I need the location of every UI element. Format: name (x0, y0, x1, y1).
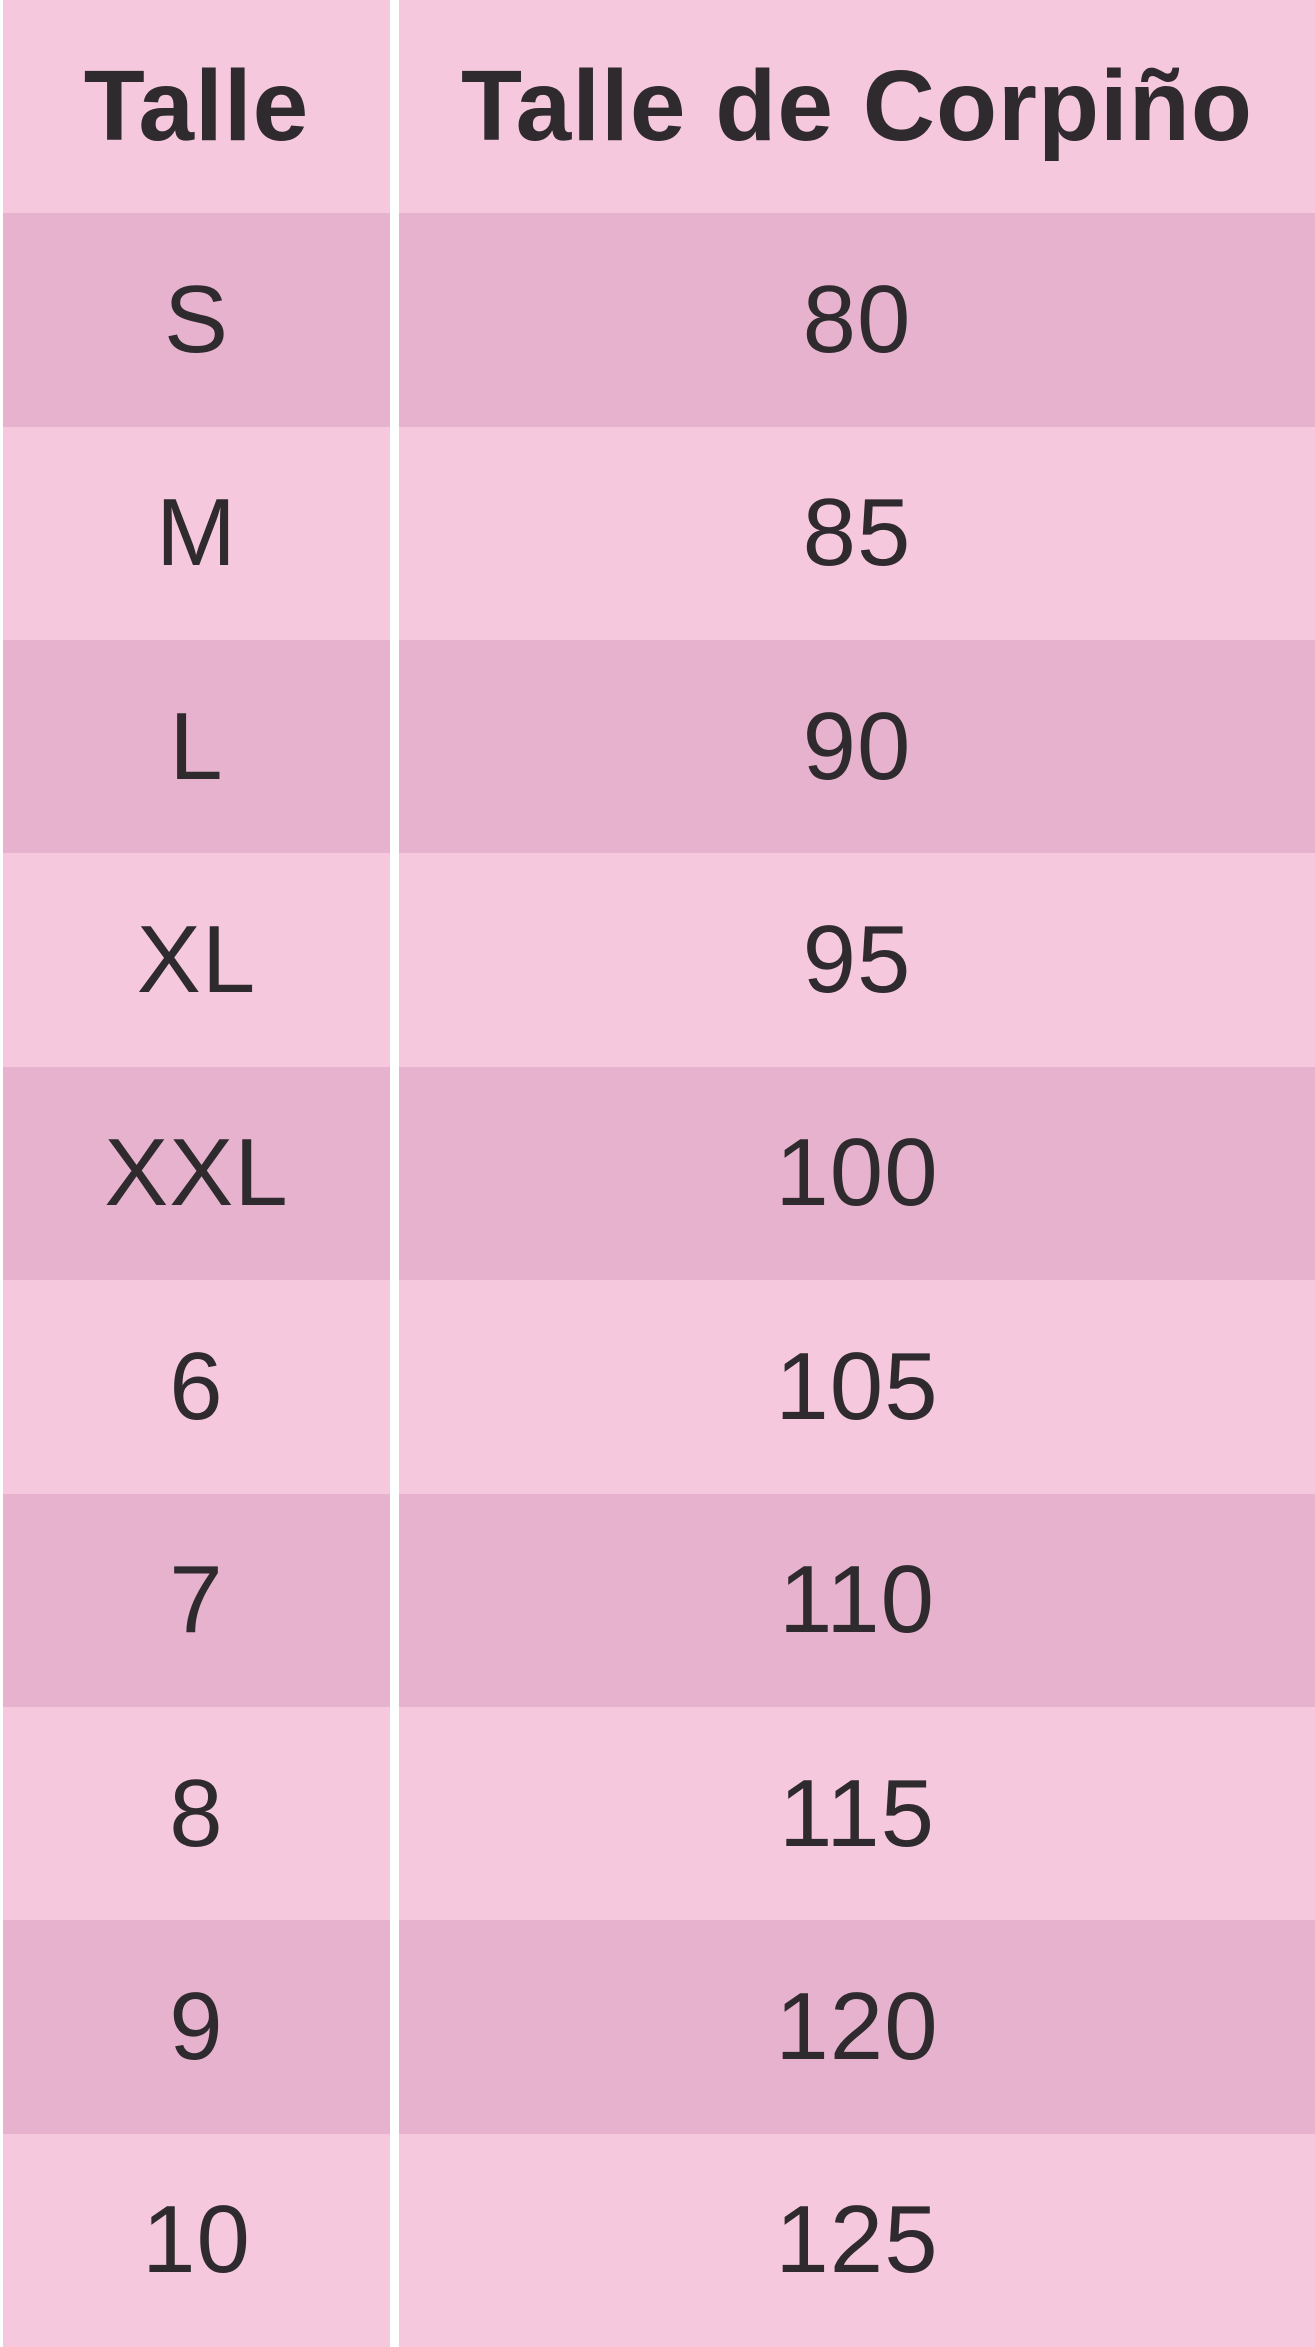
size-cell: L (3, 640, 390, 854)
table-row: 7 110 (0, 1493, 1315, 1707)
column-divider (390, 1706, 399, 1921)
header-bust-size: Talle de Corpiño (399, 0, 1315, 214)
size-cell: XL (3, 853, 390, 1067)
column-divider (390, 1920, 399, 2134)
bust-cell: 115 (399, 1706, 1315, 1921)
bust-cell: 125 (399, 2133, 1315, 2347)
table-row: L 90 (0, 640, 1315, 854)
column-divider (390, 2133, 399, 2347)
table-row: S 80 (0, 213, 1315, 427)
table-row: XXL 100 (0, 1066, 1315, 1281)
size-chart-table: Talle Talle de Corpiño S 80 M 85 L 90 XL… (0, 0, 1315, 2347)
table-row: 10 125 (0, 2133, 1315, 2347)
column-divider (390, 426, 399, 641)
table-header-row: Talle Talle de Corpiño (0, 0, 1315, 214)
size-cell: 10 (3, 2133, 390, 2347)
column-divider (390, 1493, 399, 1707)
size-cell: M (3, 426, 390, 641)
size-cell: 9 (3, 1920, 390, 2134)
bust-cell: 85 (399, 426, 1315, 641)
column-divider (390, 0, 399, 214)
column-divider (390, 640, 399, 854)
bust-cell: 100 (399, 1066, 1315, 1281)
table-row: 6 105 (0, 1280, 1315, 1494)
bust-cell: 90 (399, 640, 1315, 854)
table-row: M 85 (0, 426, 1315, 641)
column-divider (390, 1066, 399, 1281)
column-divider (390, 213, 399, 427)
column-divider (390, 1280, 399, 1494)
size-cell: XXL (3, 1066, 390, 1281)
size-cell: 6 (3, 1280, 390, 1494)
bust-cell: 80 (399, 213, 1315, 427)
bust-cell: 110 (399, 1493, 1315, 1707)
bust-cell: 120 (399, 1920, 1315, 2134)
header-size: Talle (3, 0, 390, 214)
size-cell: 8 (3, 1706, 390, 1921)
bust-cell: 95 (399, 853, 1315, 1067)
table-row: 8 115 (0, 1706, 1315, 1921)
size-cell: S (3, 213, 390, 427)
table-row: 9 120 (0, 1920, 1315, 2134)
column-divider (390, 853, 399, 1067)
size-cell: 7 (3, 1493, 390, 1707)
bust-cell: 105 (399, 1280, 1315, 1494)
table-row: XL 95 (0, 853, 1315, 1067)
